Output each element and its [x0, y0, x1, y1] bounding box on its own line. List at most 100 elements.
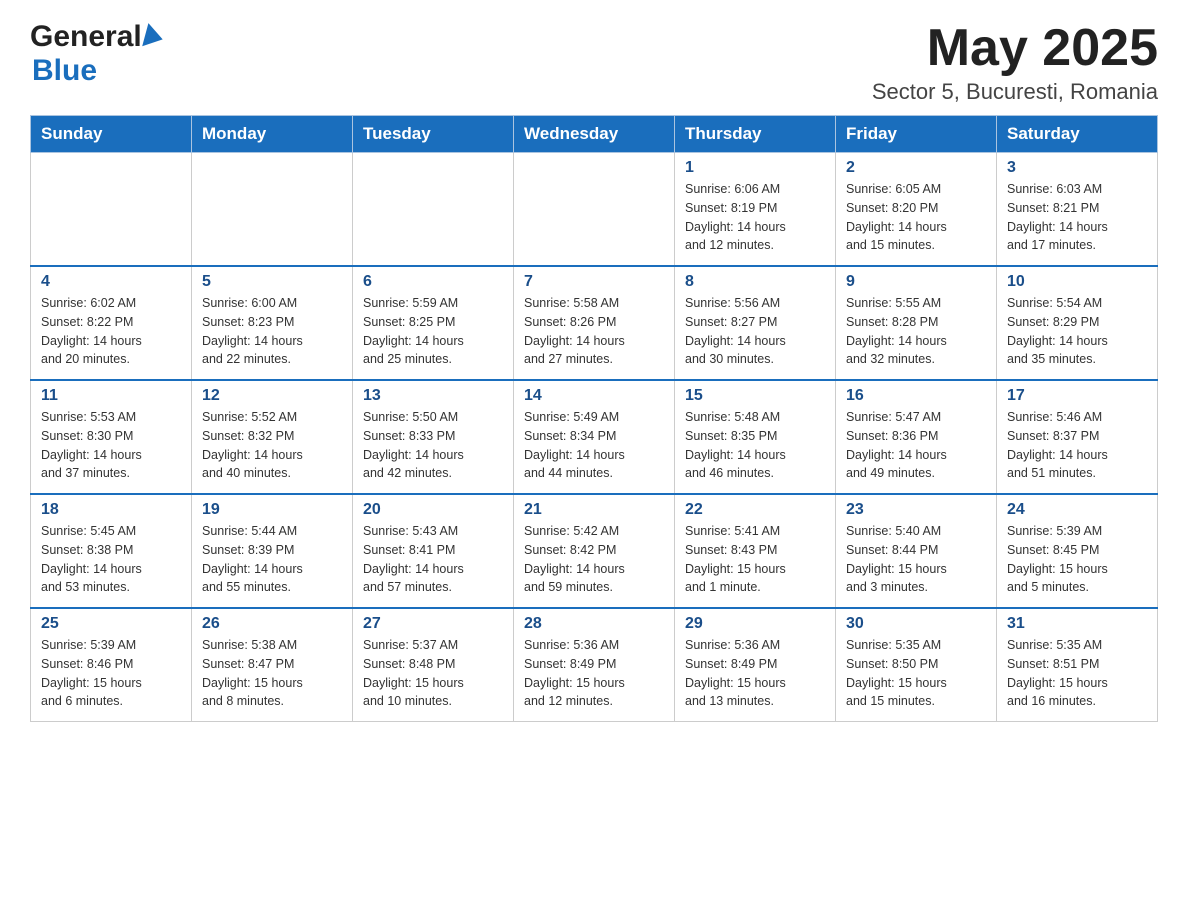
calendar-cell: 3 Sunrise: 6:03 AMSunset: 8:21 PMDaylight…: [997, 153, 1158, 267]
calendar-cell: 4 Sunrise: 6:02 AMSunset: 8:22 PMDaylight…: [31, 266, 192, 380]
day-info: Sunrise: 5:39 AMSunset: 8:45 PMDaylight:…: [1007, 522, 1147, 597]
calendar-week-row: 11 Sunrise: 5:53 AMSunset: 8:30 PMDayligh…: [31, 380, 1158, 494]
calendar-header-saturday: Saturday: [997, 116, 1158, 153]
calendar-cell: 28 Sunrise: 5:36 AMSunset: 8:49 PMDayligh…: [514, 608, 675, 722]
calendar-cell: 9 Sunrise: 5:55 AMSunset: 8:28 PMDaylight…: [836, 266, 997, 380]
calendar-header-thursday: Thursday: [675, 116, 836, 153]
day-number: 6: [363, 273, 503, 291]
day-number: 16: [846, 387, 986, 405]
day-number: 19: [202, 501, 342, 519]
day-number: 10: [1007, 273, 1147, 291]
day-number: 27: [363, 615, 503, 633]
day-number: 24: [1007, 501, 1147, 519]
location-title: Sector 5, Bucuresti, Romania: [872, 79, 1158, 105]
day-number: 1: [685, 159, 825, 177]
calendar-cell: 19 Sunrise: 5:44 AMSunset: 8:39 PMDayligh…: [192, 494, 353, 608]
calendar-week-row: 25Sunrise: 5:39 AMSunset: 8:46 PMDayligh…: [31, 608, 1158, 722]
calendar-cell: 6 Sunrise: 5:59 AMSunset: 8:25 PMDaylight…: [353, 266, 514, 380]
day-info: Sunrise: 5:47 AMSunset: 8:36 PMDaylight:…: [846, 408, 986, 483]
day-info: Sunrise: 5:40 AMSunset: 8:44 PMDaylight:…: [846, 522, 986, 597]
day-info: Sunrise: 5:35 AMSunset: 8:51 PMDaylight:…: [1007, 636, 1147, 711]
day-number: 7: [524, 273, 664, 291]
day-number: 30: [846, 615, 986, 633]
calendar-cell: 14 Sunrise: 5:49 AMSunset: 8:34 PMDayligh…: [514, 380, 675, 494]
calendar-header-row: SundayMondayTuesdayWednesdayThursdayFrid…: [31, 116, 1158, 153]
page-header: General Blue May 2025 Sector 5, Bucurest…: [30, 20, 1158, 105]
day-info: Sunrise: 5:45 AMSunset: 8:38 PMDaylight:…: [41, 522, 181, 597]
day-info: Sunrise: 5:44 AMSunset: 8:39 PMDaylight:…: [202, 522, 342, 597]
day-info: Sunrise: 5:37 AMSunset: 8:48 PMDaylight:…: [363, 636, 503, 711]
calendar-header-sunday: Sunday: [31, 116, 192, 153]
day-number: 17: [1007, 387, 1147, 405]
day-number: 21: [524, 501, 664, 519]
calendar-cell: 7 Sunrise: 5:58 AMSunset: 8:26 PMDaylight…: [514, 266, 675, 380]
day-info: Sunrise: 6:05 AMSunset: 8:20 PMDaylight:…: [846, 180, 986, 255]
calendar-cell: 10Sunrise: 5:54 AMSunset: 8:29 PMDayligh…: [997, 266, 1158, 380]
day-info: Sunrise: 6:06 AMSunset: 8:19 PMDaylight:…: [685, 180, 825, 255]
day-info: Sunrise: 5:35 AMSunset: 8:50 PMDaylight:…: [846, 636, 986, 711]
day-info: Sunrise: 5:48 AMSunset: 8:35 PMDaylight:…: [685, 408, 825, 483]
calendar-cell: 20 Sunrise: 5:43 AMSunset: 8:41 PMDayligh…: [353, 494, 514, 608]
calendar-week-row: 1 Sunrise: 6:06 AMSunset: 8:19 PMDaylight…: [31, 153, 1158, 267]
day-number: 31: [1007, 615, 1147, 633]
calendar-header-tuesday: Tuesday: [353, 116, 514, 153]
day-number: 13: [363, 387, 503, 405]
calendar-cell: 16 Sunrise: 5:47 AMSunset: 8:36 PMDayligh…: [836, 380, 997, 494]
calendar-cell: 15 Sunrise: 5:48 AMSunset: 8:35 PMDayligh…: [675, 380, 836, 494]
calendar-cell: 17 Sunrise: 5:46 AMSunset: 8:37 PMDayligh…: [997, 380, 1158, 494]
day-info: Sunrise: 5:41 AMSunset: 8:43 PMDaylight:…: [685, 522, 825, 597]
logo-arrow-icon: [142, 23, 166, 51]
day-number: 4: [41, 273, 181, 291]
day-number: 12: [202, 387, 342, 405]
calendar-cell: 22Sunrise: 5:41 AMSunset: 8:43 PMDayligh…: [675, 494, 836, 608]
day-info: Sunrise: 5:42 AMSunset: 8:42 PMDaylight:…: [524, 522, 664, 597]
day-info: Sunrise: 5:49 AMSunset: 8:34 PMDaylight:…: [524, 408, 664, 483]
logo-general-text: General: [30, 20, 142, 54]
calendar-cell: 27 Sunrise: 5:37 AMSunset: 8:48 PMDayligh…: [353, 608, 514, 722]
calendar-cell: 30 Sunrise: 5:35 AMSunset: 8:50 PMDayligh…: [836, 608, 997, 722]
calendar-cell: 12 Sunrise: 5:52 AMSunset: 8:32 PMDayligh…: [192, 380, 353, 494]
day-number: 15: [685, 387, 825, 405]
day-info: Sunrise: 5:43 AMSunset: 8:41 PMDaylight:…: [363, 522, 503, 597]
day-info: Sunrise: 5:38 AMSunset: 8:47 PMDaylight:…: [202, 636, 342, 711]
day-number: 5: [202, 273, 342, 291]
day-number: 14: [524, 387, 664, 405]
day-number: 3: [1007, 159, 1147, 177]
day-info: Sunrise: 5:52 AMSunset: 8:32 PMDaylight:…: [202, 408, 342, 483]
day-info: Sunrise: 5:53 AMSunset: 8:30 PMDaylight:…: [41, 408, 181, 483]
calendar-header-wednesday: Wednesday: [514, 116, 675, 153]
day-info: Sunrise: 5:59 AMSunset: 8:25 PMDaylight:…: [363, 294, 503, 369]
day-number: 20: [363, 501, 503, 519]
calendar-cell: 2 Sunrise: 6:05 AMSunset: 8:20 PMDaylight…: [836, 153, 997, 267]
day-info: Sunrise: 5:50 AMSunset: 8:33 PMDaylight:…: [363, 408, 503, 483]
day-number: 29: [685, 615, 825, 633]
day-info: Sunrise: 5:46 AMSunset: 8:37 PMDaylight:…: [1007, 408, 1147, 483]
day-info: Sunrise: 5:58 AMSunset: 8:26 PMDaylight:…: [524, 294, 664, 369]
calendar-week-row: 4 Sunrise: 6:02 AMSunset: 8:22 PMDaylight…: [31, 266, 1158, 380]
day-info: Sunrise: 6:02 AMSunset: 8:22 PMDaylight:…: [41, 294, 181, 369]
calendar-cell: 5Sunrise: 6:00 AMSunset: 8:23 PMDaylight…: [192, 266, 353, 380]
day-number: 28: [524, 615, 664, 633]
day-number: 9: [846, 273, 986, 291]
day-number: 2: [846, 159, 986, 177]
calendar-header-monday: Monday: [192, 116, 353, 153]
day-number: 26: [202, 615, 342, 633]
calendar-cell: 31 Sunrise: 5:35 AMSunset: 8:51 PMDayligh…: [997, 608, 1158, 722]
calendar-cell: 25Sunrise: 5:39 AMSunset: 8:46 PMDayligh…: [31, 608, 192, 722]
day-info: Sunrise: 6:03 AMSunset: 8:21 PMDaylight:…: [1007, 180, 1147, 255]
day-number: 11: [41, 387, 181, 405]
calendar-cell: 21 Sunrise: 5:42 AMSunset: 8:42 PMDayligh…: [514, 494, 675, 608]
day-number: 25: [41, 615, 181, 633]
calendar-cell: 1 Sunrise: 6:06 AMSunset: 8:19 PMDaylight…: [675, 153, 836, 267]
title-block: May 2025 Sector 5, Bucuresti, Romania: [872, 20, 1158, 105]
calendar-cell: 8Sunrise: 5:56 AMSunset: 8:27 PMDaylight…: [675, 266, 836, 380]
calendar-cell: [192, 153, 353, 267]
calendar-cell: 18Sunrise: 5:45 AMSunset: 8:38 PMDayligh…: [31, 494, 192, 608]
calendar-cell: 11 Sunrise: 5:53 AMSunset: 8:30 PMDayligh…: [31, 380, 192, 494]
day-info: Sunrise: 5:55 AMSunset: 8:28 PMDaylight:…: [846, 294, 986, 369]
calendar-cell: 29Sunrise: 5:36 AMSunset: 8:49 PMDayligh…: [675, 608, 836, 722]
day-info: Sunrise: 5:36 AMSunset: 8:49 PMDaylight:…: [524, 636, 664, 711]
calendar-week-row: 18Sunrise: 5:45 AMSunset: 8:38 PMDayligh…: [31, 494, 1158, 608]
calendar-cell: [353, 153, 514, 267]
calendar-cell: [514, 153, 675, 267]
